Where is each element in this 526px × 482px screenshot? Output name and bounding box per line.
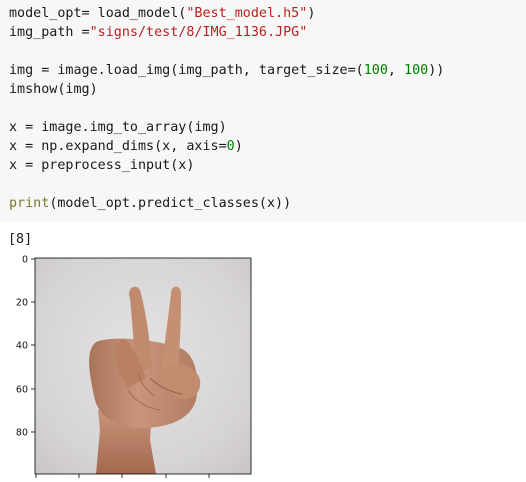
code-token: img_path = — [9, 25, 90, 40]
code-token: "signs/test/8/IMG_1136.JPG" — [89, 25, 308, 40]
code-line: img = image.load_img(img_path, target_si… — [9, 61, 444, 80]
code-cell[interactable]: model_opt= load_model("Best_model.h5") i… — [0, 0, 526, 221]
code-token: 100 — [363, 63, 388, 78]
code-token: imshow(img) — [9, 82, 98, 97]
code-line: imshow(img) — [9, 80, 98, 99]
y-tick-label: 60 — [16, 385, 28, 396]
code-token: 0 — [226, 139, 235, 154]
code-token: "Best_model.h5" — [186, 6, 308, 21]
code-line: img_path ="signs/test/8/IMG_1136.JPG" — [9, 23, 307, 42]
y-tick-label: 0 — [22, 255, 28, 266]
y-tick-label: 80 — [16, 428, 28, 439]
code-token: ) — [234, 139, 243, 154]
cell-output-text: [8] — [8, 232, 33, 247]
x-axis-ticks — [35, 474, 210, 478]
code-token: , — [387, 63, 405, 78]
image-display — [35, 258, 251, 474]
code-token: x = image.img_to_array(img) — [9, 120, 227, 135]
code-token: model_opt= load_model( — [9, 6, 187, 21]
code-token: print — [9, 196, 50, 211]
code-line: model_opt= load_model("Best_model.h5") — [9, 4, 315, 23]
code-line: x = image.img_to_array(img) — [9, 118, 227, 137]
code-token: 100 — [404, 63, 429, 78]
code-token: img = image.load_img(img_path, target_si… — [9, 63, 364, 78]
code-token: ) — [307, 6, 316, 21]
y-tick-label: 20 — [16, 298, 28, 309]
y-tick-labels: 0 20 40 60 80 — [16, 255, 28, 439]
code-token: )) — [428, 63, 445, 78]
code-token: (model_opt.predict_classes(x)) — [49, 196, 292, 211]
code-line: x = np.expand_dims(x, axis=0) — [9, 137, 243, 156]
y-axis — [31, 258, 35, 433]
code-token: x = np.expand_dims(x, axis= — [9, 139, 227, 154]
code-line: print(model_opt.predict_classes(x)) — [9, 194, 291, 213]
code-token: x = preprocess_input(x) — [9, 158, 195, 173]
y-tick-label: 40 — [16, 341, 28, 352]
code-line: x = preprocess_input(x) — [9, 156, 194, 175]
image-plot: 0 20 40 60 80 — [16, 255, 252, 478]
